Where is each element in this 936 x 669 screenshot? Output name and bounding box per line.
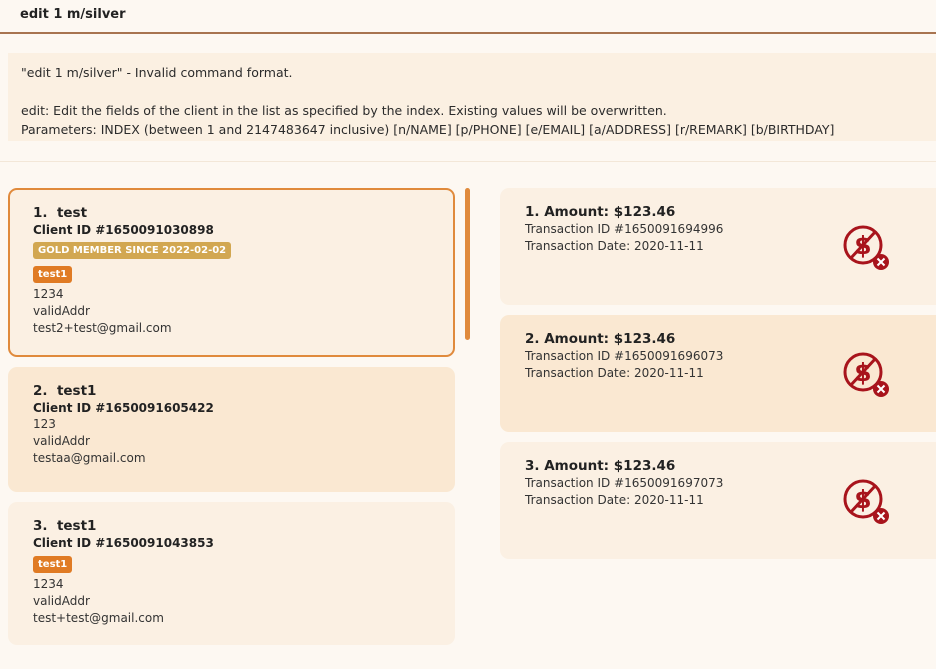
client-name: 3. test1 (33, 518, 97, 534)
client-address: validAddr (33, 304, 90, 318)
client-address: validAddr (33, 434, 90, 448)
client-address: validAddr (33, 594, 90, 608)
transaction-card[interactable]: 3. Amount: $123.46 Transaction ID #16500… (500, 442, 936, 559)
divider (0, 161, 936, 162)
client-id: Client ID #1650091030898 (33, 223, 214, 237)
result-line: "edit 1 m/silver" - Invalid command form… (21, 65, 293, 80)
membership-badge: GOLD MEMBER SINCE 2022-02-02 (33, 242, 232, 259)
unpaid-icon: $ (843, 352, 889, 397)
client-name: 2. test1 (33, 383, 97, 399)
result-spacer (21, 82, 923, 101)
transaction-amount: 2. Amount: $123.46 (525, 331, 676, 347)
client-phone: 123 (33, 417, 56, 431)
client-card[interactable]: 3. test1 Client ID #1650091043853 test1 … (8, 502, 455, 645)
client-list-scrollbar[interactable] (465, 188, 470, 340)
tag-badge: test1 (33, 556, 73, 573)
result-display: "edit 1 m/silver" - Invalid command form… (8, 53, 936, 141)
result-line: edit: Edit the fields of the client in t… (21, 103, 667, 118)
tag-badge: test1 (33, 266, 73, 283)
svg-text:$: $ (854, 485, 871, 514)
unpaid-icon: $ (843, 479, 889, 524)
transaction-amount: 1. Amount: $123.46 (525, 204, 676, 220)
client-email: test2+test@gmail.com (33, 321, 172, 335)
client-phone: 1234 (33, 287, 64, 301)
unpaid-icon: $ (843, 225, 889, 270)
client-email: testaa@gmail.com (33, 451, 146, 465)
client-name: 1. test (33, 205, 88, 221)
command-input[interactable]: edit 1 m/silver (20, 7, 126, 22)
command-box[interactable]: edit 1 m/silver (0, 0, 936, 34)
client-card[interactable]: 2. test1 Client ID #1650091605422 123 va… (8, 367, 455, 492)
transaction-card[interactable]: 1. Amount: $123.46 Transaction ID #16500… (500, 188, 936, 305)
svg-text:$: $ (854, 231, 871, 260)
client-card[interactable]: 1. test Client ID #1650091030898 GOLD ME… (8, 188, 455, 357)
transaction-amount: 3. Amount: $123.46 (525, 458, 676, 474)
client-id: Client ID #1650091605422 (33, 401, 214, 415)
transaction-card[interactable]: 2. Amount: $123.46 Transaction ID #16500… (500, 315, 936, 432)
svg-text:$: $ (854, 358, 871, 387)
result-line: Parameters: INDEX (between 1 and 2147483… (21, 122, 835, 137)
client-phone: 1234 (33, 577, 64, 591)
client-email: test+test@gmail.com (33, 611, 164, 625)
client-id: Client ID #1650091043853 (33, 536, 214, 550)
